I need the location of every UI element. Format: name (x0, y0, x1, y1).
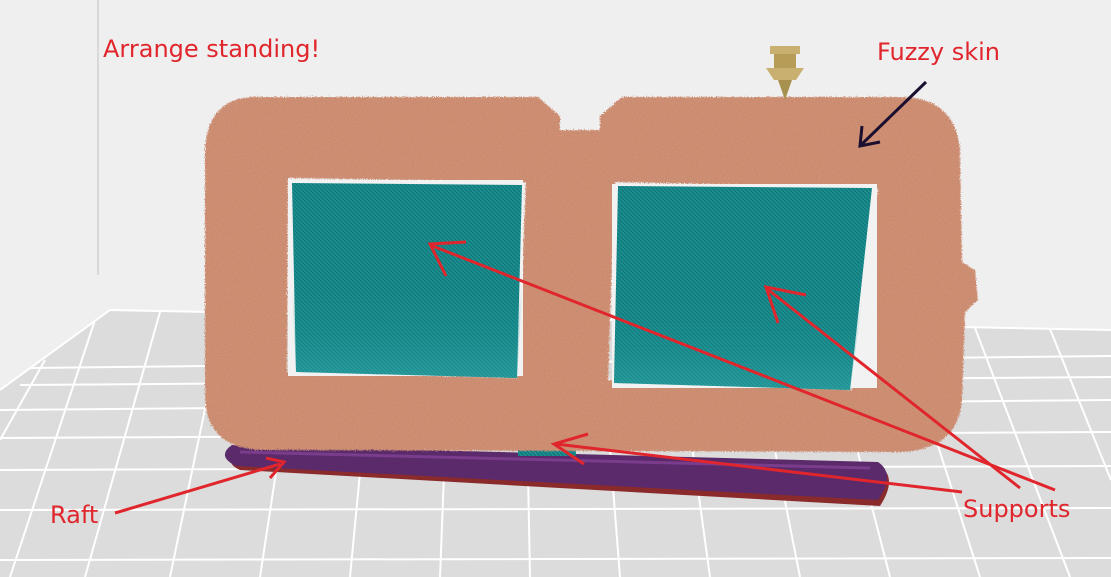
3d-viewport[interactable] (0, 0, 1111, 577)
annotation-raft: Raft (50, 501, 99, 529)
nozzle-icon (766, 46, 804, 100)
annotation-supports: Supports (963, 495, 1071, 523)
annotation-fuzzy-skin: Fuzzy skin (877, 38, 1001, 66)
annotation-arrange-standing: Arrange standing! (103, 35, 321, 63)
